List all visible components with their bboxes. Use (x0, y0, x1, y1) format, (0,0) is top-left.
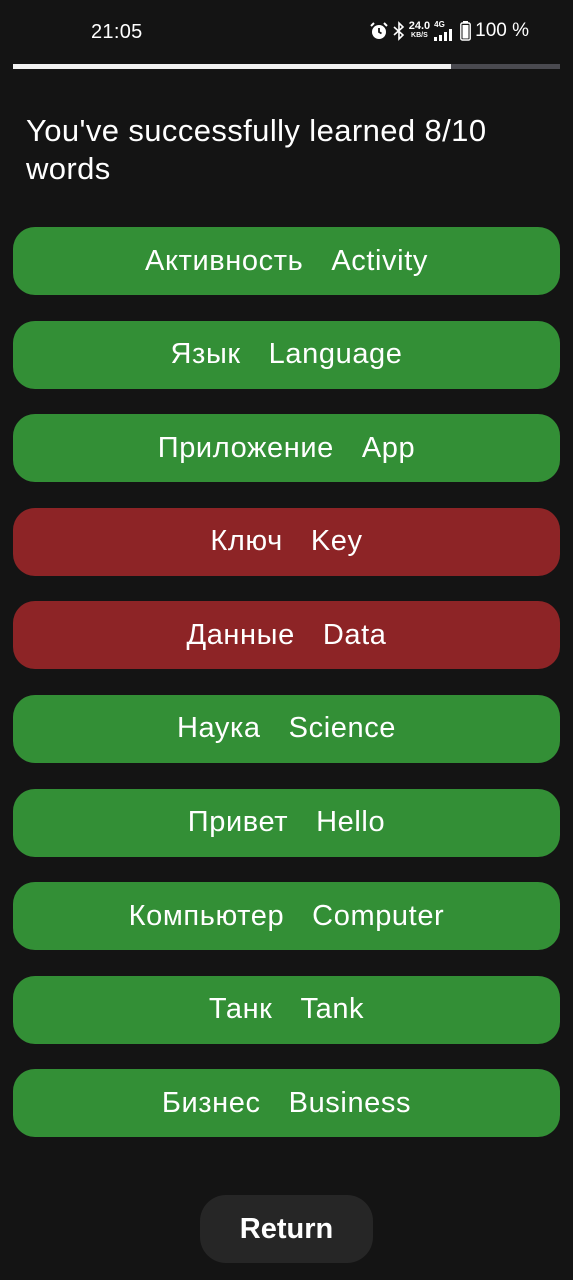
word-english: Hello (316, 806, 386, 839)
return-button[interactable]: Return (200, 1195, 373, 1263)
speed-value: 24.0 (408, 20, 431, 32)
word-russian: Наука (176, 712, 261, 745)
alarm-icon (369, 22, 388, 39)
bluetooth-icon (393, 21, 404, 41)
word-item[interactable]: Приложение App (13, 414, 560, 483)
status-bar: 21:05 24.0 KB/S 4G 100 % (0, 0, 573, 64)
word-item[interactable]: Наука Science (13, 694, 560, 763)
word-item[interactable]: Язык Language (13, 320, 560, 389)
word-english: Computer (312, 899, 445, 932)
word-english: Language (268, 338, 403, 371)
word-item[interactable]: Привет Hello (13, 788, 560, 857)
word-english: App (361, 431, 416, 464)
word-russian: Приложение (157, 431, 334, 464)
word-russian: Привет (187, 806, 289, 839)
word-item[interactable]: Бизнес Business (13, 1069, 560, 1138)
status-time: 21:05 (91, 21, 143, 43)
word-english: Tank (300, 993, 365, 1026)
network-speed: 24.0 KB/S (408, 20, 431, 40)
word-item[interactable]: Танк Tank (13, 975, 560, 1044)
word-english: Science (288, 712, 397, 745)
progress-fill (13, 64, 451, 69)
status-icons: 24.0 KB/S 4G 100 % (369, 20, 529, 42)
word-russian: Танк (208, 993, 273, 1026)
progress-bar (13, 64, 560, 69)
result-message: You've successfully learned 8/10 words (26, 113, 487, 186)
word-english: Activity (331, 244, 428, 277)
word-russian: Компьютер (128, 899, 285, 932)
word-english: Business (288, 1086, 412, 1119)
network-type: 4G (434, 20, 445, 29)
word-russian: Активность (145, 244, 304, 277)
word-list: Активность Activity Язык Language Приложение… (13, 227, 560, 1163)
word-english: Data (322, 618, 387, 651)
battery-level: 100 % (475, 20, 529, 41)
word-russian: Бизнес (161, 1086, 261, 1119)
word-english: Key (310, 525, 363, 558)
battery-icon (460, 21, 472, 41)
word-russian: Язык (170, 338, 241, 371)
word-item[interactable]: Активность Activity (13, 227, 560, 295)
word-item[interactable]: Ключ Key (13, 507, 560, 576)
speed-unit: KB/S (411, 32, 428, 39)
signal-icon (434, 29, 453, 41)
word-item[interactable]: Данные Data (13, 601, 560, 670)
word-item[interactable]: Компьютер Computer (13, 882, 560, 951)
word-russian: Ключ (210, 525, 283, 558)
word-russian: Данные (186, 618, 295, 651)
